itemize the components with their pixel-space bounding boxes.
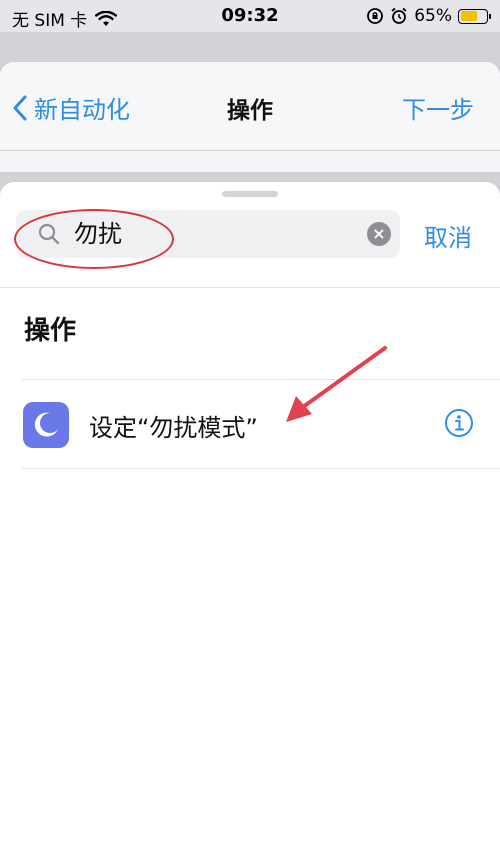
orientation-lock-icon	[367, 8, 384, 24]
alarm-icon	[391, 7, 407, 24]
section-title: 操作	[24, 316, 77, 346]
status-right: 65%	[366, 6, 491, 26]
search-icon	[38, 223, 60, 245]
info-icon[interactable]	[444, 408, 474, 438]
battery-percent: 65%	[414, 6, 452, 26]
nav-bar: 新自动化 操作 下一步	[0, 62, 500, 151]
search-divider	[0, 287, 500, 288]
next-button[interactable]: 下一步	[402, 90, 474, 125]
row-divider	[22, 468, 500, 469]
clear-icon[interactable]: ×	[367, 222, 391, 246]
moon-icon	[34, 412, 58, 437]
battery-icon	[458, 8, 491, 24]
action-label: 设定“勿扰模式”	[89, 414, 258, 442]
search-input[interactable]: 勿扰	[74, 220, 122, 248]
battery-fill	[460, 11, 477, 21]
sheet-grabber[interactable]	[222, 191, 278, 197]
status-bar: 无 SIM 卡 09:32 65%	[0, 0, 500, 32]
cancel-button[interactable]: 取消	[424, 218, 472, 253]
action-sheet: 勿扰 × 取消 操作 设定“勿扰模式”	[0, 182, 500, 864]
action-icon	[23, 402, 69, 448]
search-field[interactable]: 勿扰 ×	[16, 210, 400, 258]
action-row-do-not-disturb[interactable]: 设定“勿扰模式”	[0, 380, 500, 468]
